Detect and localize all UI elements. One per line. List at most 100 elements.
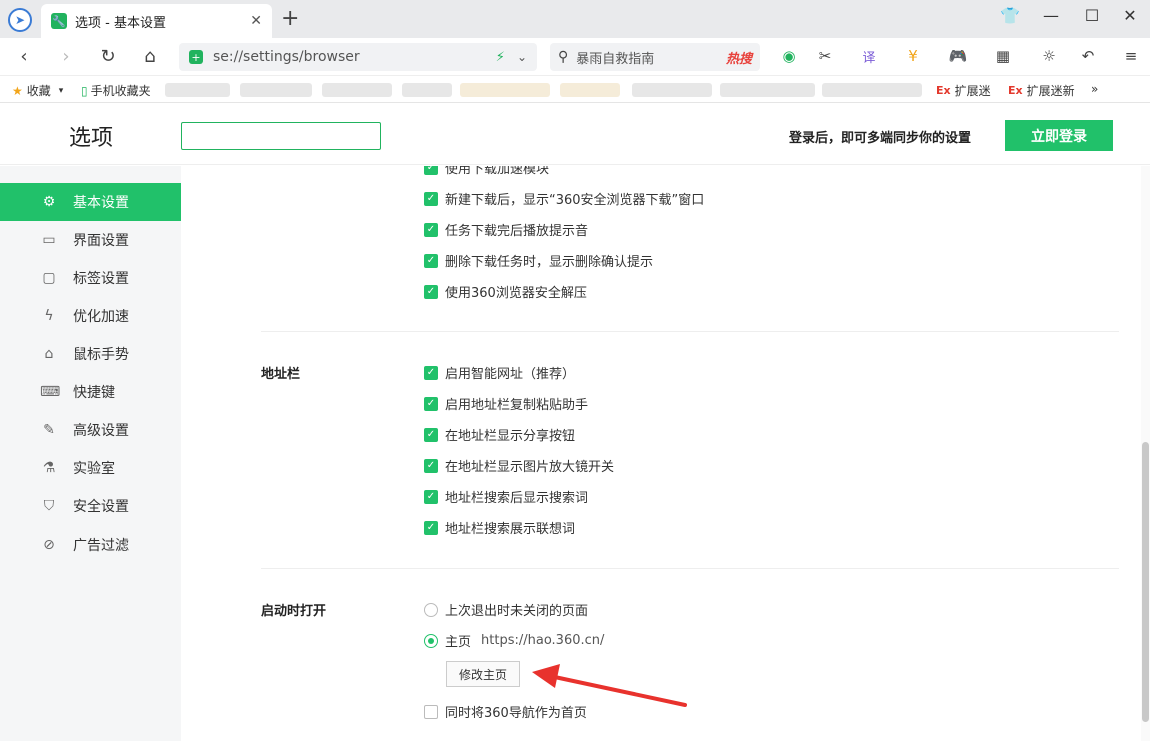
mobile-favorites-label: 手机收藏夹 bbox=[90, 84, 151, 98]
section-divider bbox=[261, 331, 1119, 332]
checkbox-row[interactable]: ✓ 使用360浏览器安全解压 bbox=[424, 282, 587, 301]
sidebar-item-tabs[interactable]: ▢ 标签设置 bbox=[0, 259, 181, 297]
scrollbar-thumb[interactable] bbox=[1142, 442, 1149, 722]
shirt-icon[interactable]: 👕 bbox=[995, 6, 1025, 25]
checkbox[interactable]: ✓ bbox=[424, 365, 438, 380]
blurred-bookmark[interactable] bbox=[240, 83, 312, 97]
keyboard-icon: ⌨ bbox=[40, 384, 61, 400]
checkbox[interactable]: ✓ bbox=[424, 458, 438, 473]
checkbox-row[interactable]: ✓ 使用下载加速模块 bbox=[424, 166, 549, 177]
sidebar-item-shortcuts[interactable]: ⌨ 快捷键 bbox=[0, 373, 181, 411]
checkbox[interactable]: ✓ bbox=[424, 396, 438, 411]
home-button[interactable]: ⌂ bbox=[138, 46, 162, 67]
blurred-bookmark[interactable] bbox=[165, 83, 230, 97]
checkbox-row[interactable]: ✓ 启用地址栏复制粘贴助手 bbox=[424, 394, 588, 413]
checkbox-row[interactable]: ✓ 删除下载任务时，显示删除确认提示 bbox=[424, 251, 653, 270]
checkbox[interactable]: ✓ bbox=[424, 222, 438, 237]
wrench-icon: 🔧 bbox=[51, 13, 67, 29]
sidebar-item-label: 广告过滤 bbox=[73, 538, 129, 554]
checkbox-label: 启用地址栏复制粘贴助手 bbox=[445, 398, 589, 413]
sidebar-item-mouse[interactable]: ⌂ 鼠标手势 bbox=[0, 335, 181, 373]
minimize-button[interactable]: — bbox=[1036, 6, 1066, 25]
modify-homepage-button[interactable]: 修改主页 bbox=[446, 661, 520, 687]
checkbox[interactable]: ✓ bbox=[424, 191, 438, 206]
flask-icon: ⚗ bbox=[42, 460, 56, 476]
reader-icon[interactable]: ◉ bbox=[776, 47, 802, 65]
bookmark-ext1[interactable]: Ex 扩展迷 bbox=[936, 82, 991, 99]
chevron-down-icon[interactable]: ⌄ bbox=[517, 50, 527, 64]
menu-icon[interactable]: ≡ bbox=[1118, 47, 1144, 65]
settings-search-input[interactable] bbox=[181, 122, 381, 150]
login-button[interactable]: 立即登录 bbox=[1005, 120, 1113, 151]
checkbox-row[interactable]: ✓ 任务下载完后播放提示音 bbox=[424, 220, 588, 239]
checkbox[interactable]: ✓ bbox=[424, 166, 438, 175]
blurred-bookmark[interactable] bbox=[822, 83, 922, 97]
blurred-bookmark[interactable] bbox=[460, 83, 550, 97]
mobile-favorites[interactable]: ▯ 手机收藏夹 bbox=[81, 82, 151, 99]
bolt-icon[interactable]: ⚡ bbox=[496, 50, 505, 65]
sidebar-item-basic[interactable]: ⚙ 基本设置 bbox=[0, 183, 181, 221]
bookmark-ext2[interactable]: Ex 扩展迷新 bbox=[1008, 82, 1075, 99]
checkbox-row[interactable]: ✓ 新建下载后，显示“360安全浏览器下载”窗口 bbox=[424, 189, 704, 208]
apps-grid-icon[interactable]: ▦ bbox=[990, 47, 1016, 65]
checkbox[interactable]: ✓ bbox=[424, 427, 438, 442]
section-label-startup: 启动时打开 bbox=[261, 604, 327, 619]
new-tab-button[interactable]: + bbox=[281, 6, 299, 31]
blurred-bookmark[interactable] bbox=[402, 83, 452, 97]
blurred-bookmark[interactable] bbox=[560, 83, 620, 97]
sidebar-item-security[interactable]: ⛉ 安全设置 bbox=[0, 487, 181, 525]
maximize-button[interactable]: ☐ bbox=[1077, 6, 1107, 25]
checkbox[interactable]: ✓ bbox=[424, 489, 438, 504]
sidebar-item-adblock[interactable]: ⊘ 广告过滤 bbox=[0, 526, 181, 564]
blurred-bookmark[interactable] bbox=[632, 83, 712, 97]
translate-icon[interactable]: 译 bbox=[856, 47, 882, 66]
checkbox[interactable]: ✓ bbox=[424, 253, 438, 268]
checkbox[interactable]: ✓ bbox=[424, 284, 438, 299]
settings-content: ✓ 使用下载加速模块 ✓ 新建下载后，显示“360安全浏览器下载”窗口 ✓ 任务… bbox=[181, 166, 1141, 741]
forward-button[interactable]: › bbox=[54, 46, 78, 67]
scissors-icon[interactable]: ✂ bbox=[812, 47, 838, 65]
favorites-menu[interactable]: ★ 收藏 ▾ bbox=[12, 82, 63, 99]
checkbox[interactable] bbox=[424, 704, 438, 719]
close-window-button[interactable]: ✕ bbox=[1115, 6, 1145, 25]
checkbox[interactable]: ✓ bbox=[424, 520, 438, 535]
ex-logo-icon: Ex bbox=[1008, 84, 1023, 97]
radio-row-last-session[interactable]: 上次退出时未关闭的页面 bbox=[424, 600, 588, 619]
undo-icon[interactable]: ↶ bbox=[1075, 47, 1101, 65]
refresh-button[interactable]: ↻ bbox=[96, 46, 120, 67]
checkbox-row[interactable]: ✓ 在地址栏显示分享按钮 bbox=[424, 425, 575, 444]
sidebar-item-label: 实验室 bbox=[73, 461, 115, 477]
sidebar-item-speed[interactable]: ϟ 优化加速 bbox=[0, 297, 181, 335]
browser-logo-icon[interactable]: ➤ bbox=[8, 8, 32, 32]
phone-icon: ▯ bbox=[81, 83, 88, 98]
coin-icon[interactable]: ¥ bbox=[900, 47, 926, 65]
search-box[interactable]: ⚲ 暴雨自救指南 热搜 bbox=[550, 43, 760, 71]
radio-button[interactable] bbox=[424, 602, 438, 617]
address-bar[interactable]: + se://settings/browser ⚡ ⌄ bbox=[179, 43, 537, 71]
radio-button[interactable] bbox=[424, 633, 438, 648]
search-text[interactable]: 暴雨自救指南 bbox=[576, 48, 726, 67]
close-icon[interactable]: ✕ bbox=[250, 13, 262, 29]
shield-icon: ⛉ bbox=[43, 498, 55, 514]
sidebar-item-advanced[interactable]: ✎ 高级设置 bbox=[0, 411, 181, 449]
more-bookmarks-button[interactable]: » bbox=[1091, 82, 1098, 96]
sidebar-item-lab[interactable]: ⚗ 实验室 bbox=[0, 449, 181, 487]
bolt-icon: ϟ bbox=[44, 308, 54, 324]
game-icon[interactable]: 🎮 bbox=[945, 47, 971, 65]
checkbox-row[interactable]: ✓ 在地址栏显示图片放大镜开关 bbox=[424, 456, 614, 475]
blurred-bookmark[interactable] bbox=[720, 83, 815, 97]
hot-search-label[interactable]: 热搜 bbox=[726, 48, 752, 67]
tab-settings[interactable]: 🔧 选项 - 基本设置 ✕ bbox=[41, 4, 272, 38]
checkbox-row[interactable]: ✓ 地址栏搜索后显示搜索词 bbox=[424, 487, 588, 506]
back-button[interactable]: ‹ bbox=[12, 46, 36, 67]
sidebar-item-interface[interactable]: ▭ 界面设置 bbox=[0, 221, 181, 259]
checkbox-row[interactable]: ✓ 启用智能网址（推荐） bbox=[424, 363, 575, 382]
radio-row-homepage[interactable]: 主页 https://hao.360.cn/ bbox=[424, 631, 604, 650]
ext2-label: 扩展迷新 bbox=[1026, 84, 1075, 98]
checkbox-row[interactable]: ✓ 地址栏搜索展示联想词 bbox=[424, 518, 575, 537]
blurred-bookmark[interactable] bbox=[322, 83, 392, 97]
checkbox-label: 删除下载任务时，显示删除确认提示 bbox=[445, 255, 654, 270]
scrollbar[interactable] bbox=[1141, 166, 1150, 741]
url-text[interactable]: se://settings/browser bbox=[213, 49, 496, 65]
brightness-icon[interactable]: ☼ bbox=[1036, 47, 1062, 65]
